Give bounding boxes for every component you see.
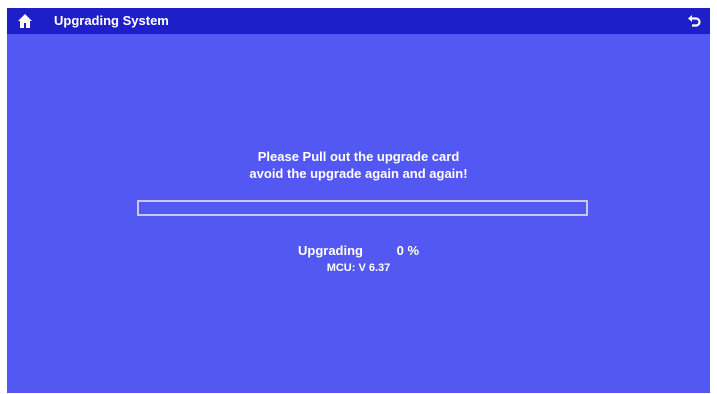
upgrade-progress-bar: [137, 200, 588, 216]
upgrade-status: Upgrading 0 %: [7, 242, 710, 259]
back-arrow-icon[interactable]: [686, 13, 702, 29]
progress-percent: 0 %: [396, 243, 420, 258]
status-label: Upgrading: [297, 243, 363, 258]
upgrade-screen: Upgrading System Please Pull out the upg…: [7, 8, 710, 393]
home-icon[interactable]: [17, 13, 33, 29]
message-line-1: Please Pull out the upgrade card: [257, 149, 460, 164]
message-line-2: avoid the upgrade again and again!: [249, 166, 468, 181]
mcu-version: MCU: V 6.37: [326, 262, 391, 274]
upgrade-message: Please Pull out the upgrade card avoid t…: [7, 148, 710, 182]
title-bar: Upgrading System: [7, 8, 710, 34]
page-title: Upgrading System: [54, 13, 169, 28]
